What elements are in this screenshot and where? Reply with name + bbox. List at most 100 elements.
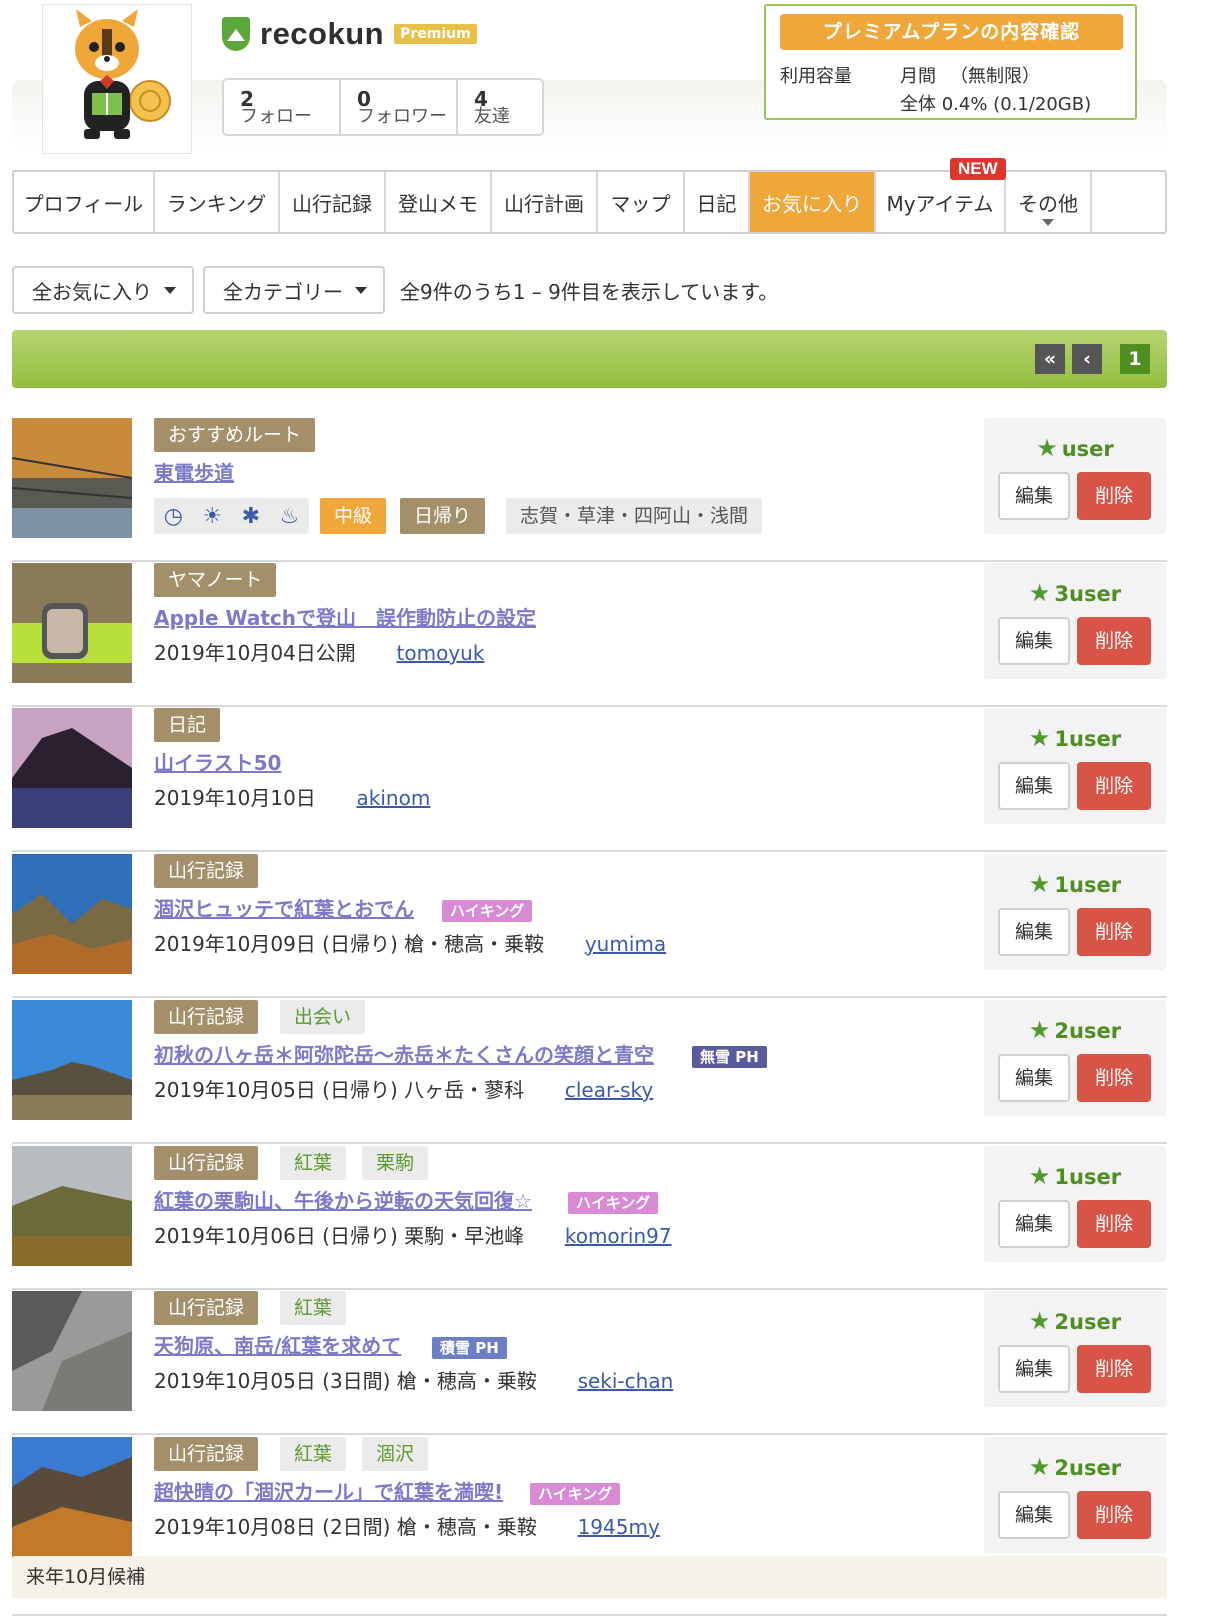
- tab-favorites[interactable]: お気に入り: [750, 172, 876, 232]
- keyword-tag[interactable]: 涸沢: [362, 1437, 429, 1471]
- delete-button[interactable]: 削除: [1077, 1345, 1151, 1393]
- favorite-count: ★ 1user: [984, 870, 1166, 898]
- delete-button[interactable]: 削除: [1077, 908, 1151, 956]
- tab-plans[interactable]: 山行計画: [492, 172, 598, 232]
- favorite-count-label: 3user: [1054, 582, 1122, 606]
- tab-my-items[interactable]: NEW Myアイテム: [876, 158, 1006, 232]
- squirrel-mascot-icon: [75, 9, 171, 139]
- item-title-link[interactable]: 超快晴の「涸沢カール」で紅葉を満喫!: [154, 1476, 503, 1505]
- category-tag: 山行記録: [154, 1291, 259, 1325]
- favorite-item: 日記 山イラスト50 2019年10月10日 akinom ★ 1user 編集 …: [12, 706, 1167, 852]
- tab-map[interactable]: マップ: [598, 172, 685, 232]
- username[interactable]: recokun: [260, 16, 384, 52]
- tab-records[interactable]: 山行記録: [280, 172, 386, 232]
- favorite-count: ★ 1user: [984, 724, 1166, 752]
- author-link[interactable]: seki-chan: [578, 1369, 674, 1393]
- prev-page-icon[interactable]: ‹: [1072, 344, 1102, 374]
- followers-stat[interactable]: 0 フォロワー: [341, 80, 458, 134]
- author-link[interactable]: tomoyuk: [397, 641, 485, 665]
- category-tag: 山行記録: [154, 1146, 259, 1180]
- keyword-tag[interactable]: 紅葉: [280, 1437, 347, 1471]
- friends-label: 友達: [474, 106, 510, 127]
- favorite-count: ★ user: [984, 434, 1166, 462]
- tab-diary[interactable]: 日記: [685, 172, 750, 232]
- new-badge: NEW: [950, 158, 1006, 180]
- usage-label: 利用容量: [780, 66, 852, 87]
- activity-badge: ハイキング: [568, 1192, 659, 1214]
- item-title-link[interactable]: 天狗原、南岳/紅葉を求めて: [154, 1330, 401, 1359]
- delete-button[interactable]: 削除: [1077, 762, 1151, 810]
- condition-badge: 積雪 PH: [432, 1337, 507, 1359]
- edit-button[interactable]: 編集: [998, 762, 1070, 810]
- author-link[interactable]: 1945my: [578, 1515, 660, 1539]
- category-tag: ヤマノート: [154, 563, 277, 597]
- star-icon: ★: [1028, 1162, 1051, 1190]
- item-title-link[interactable]: 山イラスト50: [154, 747, 281, 776]
- delete-button[interactable]: 削除: [1077, 472, 1151, 520]
- edit-button[interactable]: 編集: [998, 1054, 1070, 1102]
- item-title-link[interactable]: Apple Watchで登山 誤作動防止の設定: [154, 602, 536, 631]
- tab-profile[interactable]: プロフィール: [14, 172, 155, 232]
- avatar[interactable]: [42, 4, 192, 154]
- author-link[interactable]: yumima: [585, 932, 666, 956]
- favorite-count-label: user: [1061, 437, 1114, 461]
- keyword-tag[interactable]: 栗駒: [362, 1146, 429, 1180]
- edit-button[interactable]: 編集: [998, 1491, 1070, 1539]
- first-page-icon[interactable]: «: [1035, 344, 1065, 374]
- favorite-count: ★ 2user: [984, 1016, 1166, 1044]
- favorites-filter-dropdown[interactable]: 全お気に入り: [12, 266, 194, 314]
- keyword-tag[interactable]: 出会い: [280, 1000, 366, 1034]
- category-tag: 山行記録: [154, 1000, 259, 1034]
- author-link[interactable]: clear-sky: [565, 1078, 653, 1102]
- divider: [12, 1614, 1167, 1616]
- thumbnail-image[interactable]: [12, 418, 132, 538]
- friends-stat[interactable]: 4 友達: [458, 80, 542, 134]
- edit-button[interactable]: 編集: [998, 472, 1070, 520]
- favorite-memo: 来年10月候補: [12, 1556, 1167, 1598]
- star-icon: ★: [1036, 434, 1058, 462]
- activity-badge: ハイキング: [442, 900, 533, 922]
- thumbnail-image[interactable]: [12, 1146, 132, 1266]
- edit-button[interactable]: 編集: [998, 908, 1070, 956]
- thumbnail-image[interactable]: [12, 708, 132, 828]
- tab-other[interactable]: その他: [1006, 172, 1092, 232]
- thumbnail-image[interactable]: [12, 1000, 132, 1120]
- delete-button[interactable]: 削除: [1077, 1491, 1151, 1539]
- page-number-current[interactable]: 1: [1120, 344, 1150, 374]
- edit-button[interactable]: 編集: [998, 1200, 1070, 1248]
- plan-box: プレミアムプランの内容確認 利用容量 月間 （無制限） 全体 0.4% (0.1…: [764, 4, 1137, 120]
- item-title-link[interactable]: 初秋の八ヶ岳＊阿弥陀岳〜赤岳＊たくさんの笑顔と青空: [154, 1039, 654, 1068]
- item-title-link[interactable]: 涸沢ヒュッテで紅葉とおでん: [154, 893, 414, 922]
- premium-plan-button[interactable]: プレミアムプランの内容確認: [780, 14, 1123, 50]
- edit-button[interactable]: 編集: [998, 1345, 1070, 1393]
- favorite-count-label: 1user: [1054, 873, 1122, 897]
- item-title-link[interactable]: 東電歩道: [154, 457, 234, 486]
- category-filter-dropdown[interactable]: 全カテゴリー: [203, 266, 385, 314]
- item-meta: 2019年10月05日 (日帰り) 八ヶ岳・蓼科 clear-sky: [154, 1074, 653, 1103]
- item-title-link[interactable]: 紅葉の栗駒山、午後から逆転の天気回復☆: [154, 1185, 532, 1214]
- thumbnail-image[interactable]: [12, 1437, 132, 1557]
- delete-button[interactable]: 削除: [1077, 1054, 1151, 1102]
- star-icon: ★: [1028, 579, 1051, 607]
- tab-ranking[interactable]: ランキング: [155, 172, 280, 232]
- follow-stats: 2 フォロー 0 フォロワー 4 友達: [222, 78, 544, 136]
- keyword-tag[interactable]: 紅葉: [280, 1146, 347, 1180]
- edit-button[interactable]: 編集: [998, 617, 1070, 665]
- thumbnail-image[interactable]: [12, 854, 132, 974]
- author-link[interactable]: komorin97: [565, 1224, 672, 1248]
- keyword-tag[interactable]: 紅葉: [280, 1291, 347, 1325]
- favorite-count: ★ 3user: [984, 579, 1166, 607]
- thumbnail-image[interactable]: [12, 1291, 132, 1411]
- following-stat[interactable]: 2 フォロー: [224, 80, 341, 134]
- delete-button[interactable]: 削除: [1077, 1200, 1151, 1248]
- thumbnail-image[interactable]: [12, 563, 132, 683]
- author-link[interactable]: akinom: [357, 786, 431, 810]
- star-icon: ★: [1028, 724, 1051, 752]
- condition-badge: 無雪 PH: [692, 1046, 767, 1068]
- star-icon: ★: [1028, 870, 1051, 898]
- item-meta: 2019年10月10日 akinom: [154, 782, 430, 811]
- favorite-count-label: 2user: [1054, 1310, 1122, 1334]
- delete-button[interactable]: 削除: [1077, 617, 1151, 665]
- main-tabs: プロフィール ランキング 山行記録 登山メモ 山行計画 マップ 日記 お気に入り…: [12, 158, 1167, 234]
- tab-memo[interactable]: 登山メモ: [386, 172, 492, 232]
